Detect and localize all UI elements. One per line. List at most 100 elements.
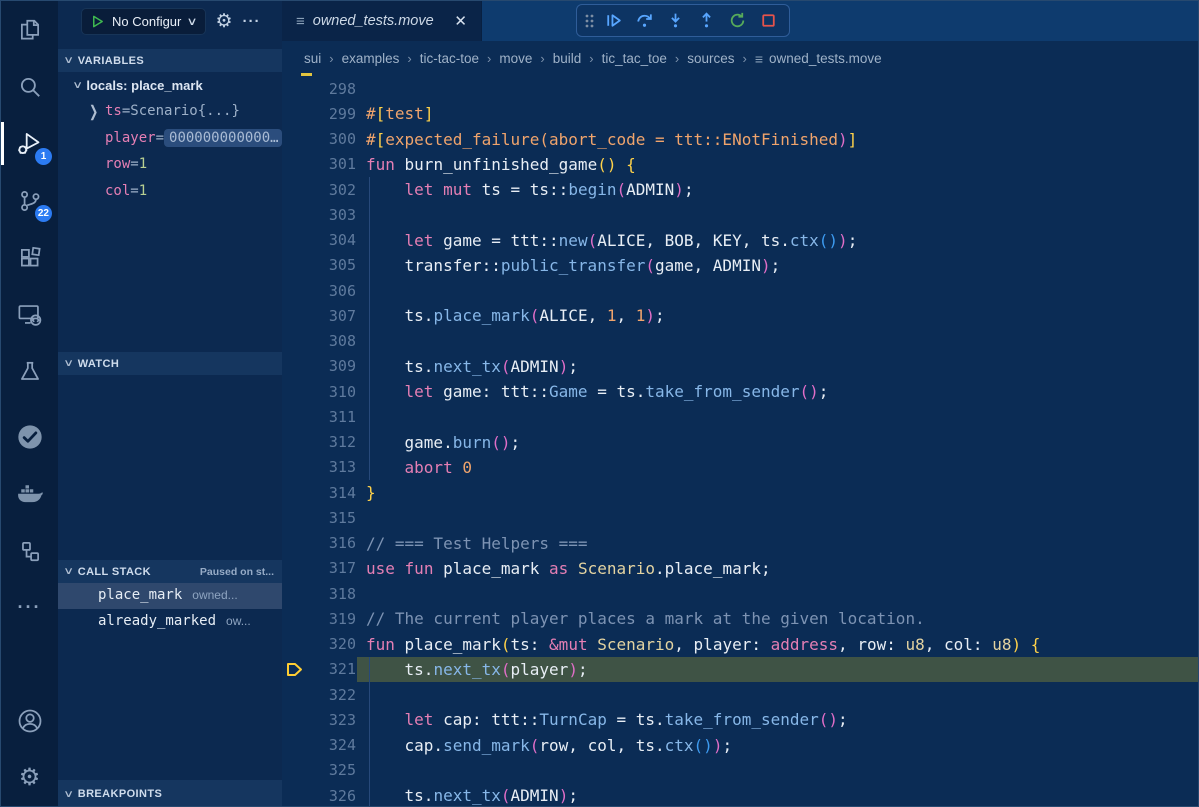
variables-scope-row[interactable]: ∨ locals: place_mark <box>58 72 282 98</box>
watch-section-header[interactable]: ∨ WATCH <box>58 352 282 375</box>
variable-row[interactable]: row = 1 <box>58 151 282 178</box>
code-line[interactable]: 322 <box>282 682 1198 707</box>
breadcrumb-item[interactable]: sources <box>687 51 734 66</box>
code-line[interactable]: 304 let game = ttt::new(ALICE, BOB, KEY,… <box>282 228 1198 253</box>
breadcrumb-item[interactable]: move <box>499 51 532 66</box>
variable-row[interactable]: ❯ts = Scenario{...} <box>58 98 282 125</box>
code-line[interactable]: 315 <box>282 505 1198 530</box>
code-line[interactable]: 310 let game: ttt::Game = ts.take_from_s… <box>282 379 1198 404</box>
breadcrumb-item[interactable]: tic-tac-toe <box>420 51 479 66</box>
code-line[interactable]: 300#[expected_failure(abort_code = ttt::… <box>282 127 1198 152</box>
code-line[interactable]: 319// The current player places a mark a… <box>282 606 1198 631</box>
call-stack-section-header[interactable]: ∨ CALL STACK Paused on st... <box>58 560 282 583</box>
settings-gear-icon[interactable]: ⚙ <box>1 749 58 806</box>
breadcrumb-item[interactable]: tic_tac_toe <box>602 51 667 66</box>
launch-config-dropdown[interactable]: No Configur ∨ <box>81 8 206 35</box>
toolbar-drag-handle[interactable] <box>581 6 597 35</box>
chevron-right-icon[interactable]: ❯ <box>89 102 98 120</box>
testing-flask-icon[interactable] <box>1 343 58 400</box>
line-number[interactable]: 302 <box>282 181 356 199</box>
code-line[interactable]: 316// === Test Helpers === <box>282 531 1198 556</box>
tab-owned-tests[interactable]: ≡ owned_tests.move ✕ <box>282 1 482 41</box>
code-line[interactable]: 312 game.burn(); <box>282 430 1198 455</box>
run-and-debug-icon[interactable]: 1 <box>1 115 58 172</box>
explorer-icon[interactable] <box>1 1 58 58</box>
variable-row[interactable]: player = 000000000000… <box>58 125 282 152</box>
code-line[interactable]: 326 ts.next_tx(ADMIN); <box>282 783 1198 806</box>
task-check-icon[interactable] <box>1 408 58 465</box>
continue-button[interactable] <box>599 6 628 35</box>
call-stack-frame[interactable]: already_markedow... <box>58 609 282 635</box>
step-out-button[interactable] <box>692 6 721 35</box>
code-line[interactable]: 309 ts.next_tx(ADMIN); <box>282 354 1198 379</box>
line-number[interactable]: 325 <box>282 761 356 779</box>
line-number[interactable]: 310 <box>282 383 356 401</box>
code-line[interactable]: 313 abort 0 <box>282 455 1198 480</box>
line-number[interactable]: 304 <box>282 231 356 249</box>
code-line[interactable]: 298 <box>282 76 1198 101</box>
line-number[interactable]: 299 <box>282 105 356 123</box>
code-line[interactable]: 314} <box>282 480 1198 505</box>
variable-row[interactable]: col = 1 <box>58 178 282 205</box>
code-line[interactable]: 307 ts.place_mark(ALICE, 1, 1); <box>282 303 1198 328</box>
breadcrumb-item[interactable]: sui <box>304 51 321 66</box>
code-line[interactable]: 303 <box>282 202 1198 227</box>
line-number[interactable]: 301 <box>282 155 356 173</box>
code-line[interactable]: 323 let cap: ttt::TurnCap = ts.take_from… <box>282 707 1198 732</box>
line-number[interactable]: 324 <box>282 736 356 754</box>
restart-button[interactable] <box>723 6 752 35</box>
more-views-icon[interactable]: ··· <box>1 579 58 636</box>
line-number[interactable]: 300 <box>282 130 356 148</box>
hierarchy-icon[interactable] <box>1 522 58 579</box>
line-number[interactable]: 315 <box>282 509 356 527</box>
line-number[interactable]: 323 <box>282 711 356 729</box>
line-number[interactable]: 305 <box>282 256 356 274</box>
line-number[interactable]: 317 <box>282 559 356 577</box>
code-line[interactable]: 306 <box>282 278 1198 303</box>
debug-more-actions-icon[interactable]: ··· <box>242 13 260 30</box>
code-line[interactable]: 317use fun place_mark as Scenario.place_… <box>282 556 1198 581</box>
code-line[interactable]: 325 <box>282 758 1198 783</box>
code-line[interactable]: 305 transfer::public_transfer(game, ADMI… <box>282 253 1198 278</box>
docker-icon[interactable] <box>1 465 58 522</box>
line-number[interactable]: 313 <box>282 458 356 476</box>
breadcrumb-item[interactable]: examples <box>342 51 400 66</box>
code-line[interactable]: 301fun burn_unfinished_game() { <box>282 152 1198 177</box>
breadcrumb-item[interactable]: owned_tests.move <box>769 51 882 66</box>
accounts-icon[interactable] <box>1 692 58 749</box>
remote-explorer-icon[interactable] <box>1 286 58 343</box>
line-number[interactable]: 311 <box>282 408 356 426</box>
code-line[interactable]: 299#[test] <box>282 101 1198 126</box>
search-icon[interactable] <box>1 58 58 115</box>
start-debug-icon[interactable] <box>90 14 105 29</box>
line-number[interactable]: 308 <box>282 332 356 350</box>
line-number[interactable]: 303 <box>282 206 356 224</box>
line-number[interactable]: 326 <box>282 787 356 805</box>
code-line[interactable]: 302 let mut ts = ts::begin(ADMIN); <box>282 177 1198 202</box>
code-line[interactable]: 321 ts.next_tx(player); <box>282 657 1198 682</box>
line-number[interactable]: 322 <box>282 686 356 704</box>
step-into-button[interactable] <box>661 6 690 35</box>
step-over-button[interactable] <box>630 6 659 35</box>
breadcrumb-item[interactable]: build <box>553 51 582 66</box>
line-number[interactable]: 316 <box>282 534 356 552</box>
line-number[interactable]: 309 <box>282 357 356 375</box>
line-number[interactable]: 318 <box>282 585 356 603</box>
line-number[interactable]: 320 <box>282 635 356 653</box>
debug-gear-icon[interactable]: ⚙ <box>215 12 232 31</box>
line-number[interactable]: 306 <box>282 282 356 300</box>
code-editor[interactable]: 298299#[test]300#[expected_failure(abort… <box>282 76 1198 806</box>
extensions-icon[interactable] <box>1 229 58 286</box>
code-line[interactable]: 318 <box>282 581 1198 606</box>
breakpoints-section-header[interactable]: ∨ BREAKPOINTS <box>58 780 282 807</box>
line-number[interactable]: 312 <box>282 433 356 451</box>
variables-section-header[interactable]: ∨ VARIABLES <box>58 49 282 72</box>
source-control-icon[interactable]: 22 <box>1 172 58 229</box>
line-number[interactable]: 307 <box>282 307 356 325</box>
code-line[interactable]: 324 cap.send_mark(row, col, ts.ctx()); <box>282 733 1198 758</box>
stop-button[interactable] <box>754 6 783 35</box>
line-number[interactable]: 314 <box>282 484 356 502</box>
code-line[interactable]: 311 <box>282 404 1198 429</box>
code-line[interactable]: 308 <box>282 329 1198 354</box>
close-icon[interactable]: ✕ <box>450 10 471 32</box>
